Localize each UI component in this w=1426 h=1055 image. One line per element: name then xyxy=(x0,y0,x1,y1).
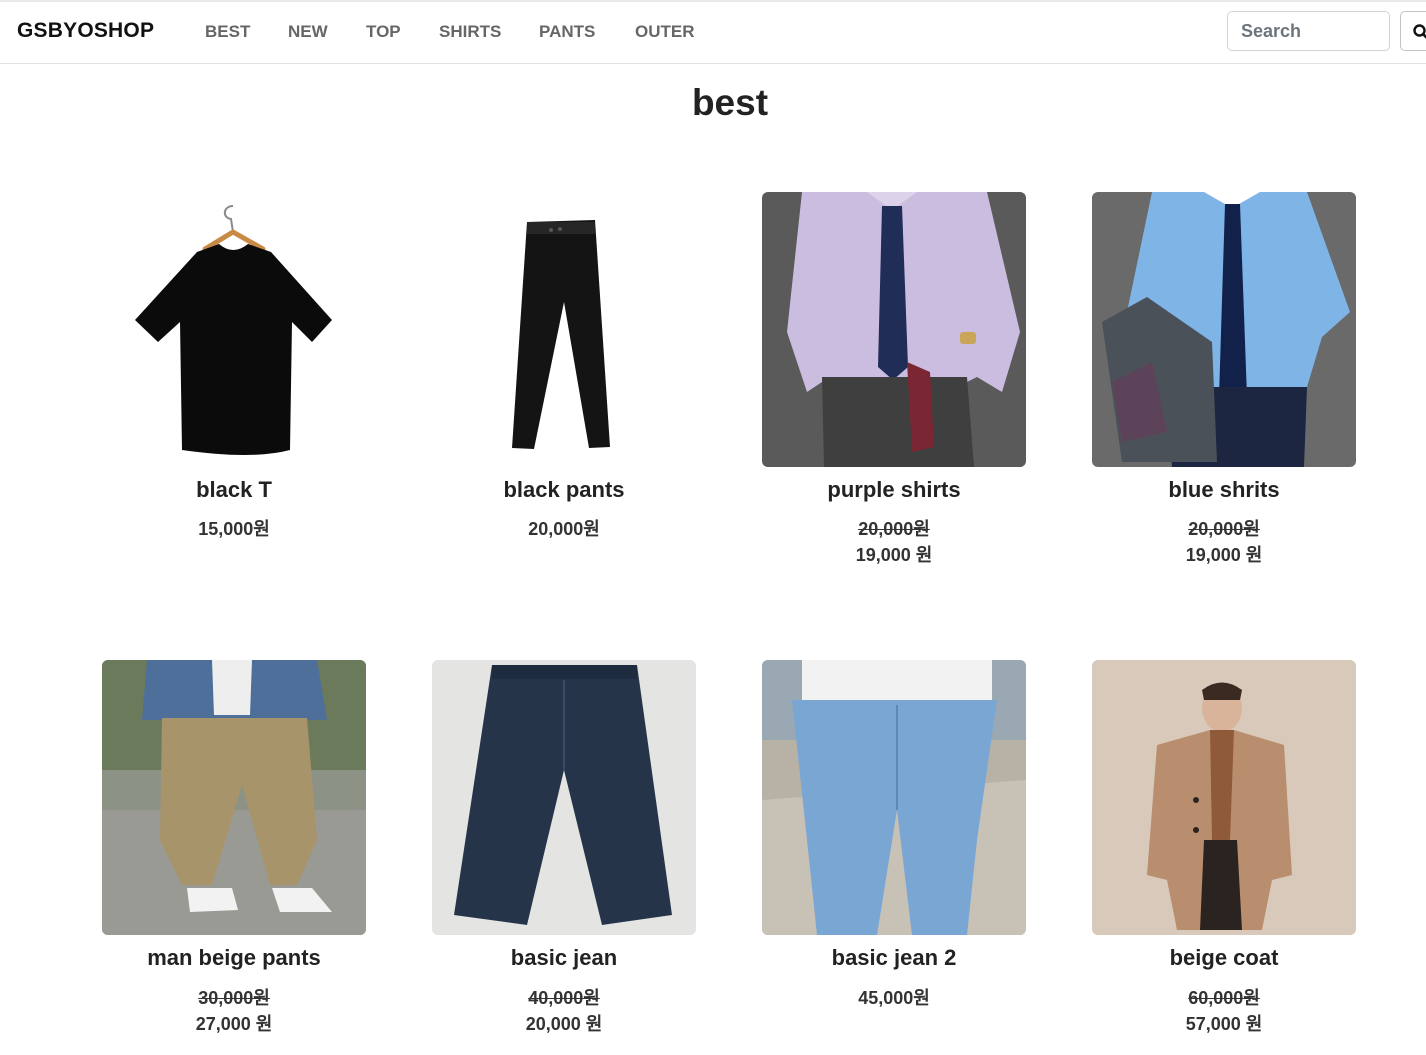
product-price: 45,000원 xyxy=(858,988,930,1008)
product-image-basic-jean[interactable] xyxy=(432,660,696,935)
product-image-beige-coat[interactable] xyxy=(1092,660,1356,935)
product-sale-price: 20,000 원 xyxy=(525,1014,603,1034)
search-icon xyxy=(1413,24,1426,39)
product-sale-price: 19,000 원 xyxy=(1185,545,1263,565)
nav-link-new[interactable]: NEW xyxy=(288,22,328,42)
product-name[interactable]: basic jean xyxy=(392,945,736,971)
search-button[interactable] xyxy=(1400,11,1426,51)
product-original-price: 20,000원 xyxy=(1188,519,1260,539)
product-name[interactable]: purple shirts xyxy=(722,477,1066,503)
product-image-man-beige-pants[interactable] xyxy=(102,660,366,935)
product-sale-price: 19,000 원 xyxy=(855,545,933,565)
product-name[interactable]: black pants xyxy=(392,477,736,503)
product-name[interactable]: beige coat xyxy=(1052,945,1396,971)
product-name[interactable]: basic jean 2 xyxy=(722,945,1066,971)
product-image-purple-shirts[interactable] xyxy=(762,192,1026,467)
product-original-price: 20,000원 xyxy=(858,519,930,539)
product-name[interactable]: man beige pants xyxy=(62,945,406,971)
product-name[interactable]: blue shrits xyxy=(1052,477,1396,503)
nav-link-best[interactable]: BEST xyxy=(205,22,250,42)
product-original-price: 60,000원 xyxy=(1188,988,1260,1008)
product-sale-price: 57,000 원 xyxy=(1185,1014,1263,1034)
product-image-black-pants[interactable] xyxy=(432,192,696,467)
page-title: best xyxy=(691,82,769,123)
product-sale-price: 27,000 원 xyxy=(195,1014,273,1034)
nav-link-top[interactable]: TOP xyxy=(366,22,401,42)
product-price: 15,000원 xyxy=(198,519,270,539)
brand-logo[interactable]: GSBYOSHOP xyxy=(17,19,154,43)
product-image-blue-shrits[interactable] xyxy=(1092,192,1356,467)
nav-link-pants[interactable]: PANTS xyxy=(539,22,595,42)
nav-link-shirts[interactable]: SHIRTS xyxy=(439,22,501,42)
search-input[interactable] xyxy=(1227,11,1390,51)
product-original-price: 30,000원 xyxy=(198,988,270,1008)
product-original-price: 40,000원 xyxy=(528,988,600,1008)
product-image-black-t[interactable] xyxy=(102,192,366,467)
product-price: 20,000원 xyxy=(528,519,600,539)
navbar: GSBYOSHOP BEST NEW TOP SHIRTS PANTS OUTE… xyxy=(0,2,1426,64)
nav-link-outer[interactable]: OUTER xyxy=(635,22,695,42)
product-image-basic-jean-2[interactable] xyxy=(762,660,1026,935)
product-name[interactable]: black T xyxy=(62,477,406,503)
